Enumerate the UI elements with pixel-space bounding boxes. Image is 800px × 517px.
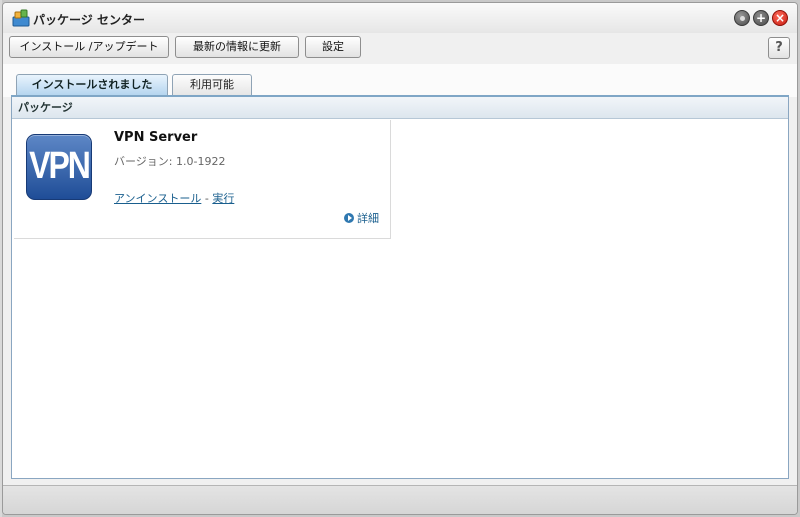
package-version: バージョン: 1.0-1922	[114, 155, 226, 168]
vpn-package-icon: VPN	[26, 134, 92, 200]
tab-bar: インストールされました 利用可能	[3, 64, 797, 97]
install-update-button[interactable]: インストール /アップデート	[9, 36, 169, 58]
vpn-icon-text: VPN	[29, 143, 91, 187]
status-bar	[3, 485, 797, 514]
package-list-panel: パッケージ VPN VPN Server バージョン: 1.0-1922 アンイ…	[11, 97, 789, 479]
title-bar: パッケージ センター + ×	[3, 3, 797, 33]
package-actions: アンインストール - 実行	[114, 190, 234, 206]
help-button[interactable]: ?	[768, 37, 790, 59]
details-label: 詳細	[357, 212, 379, 225]
package-center-window: パッケージ センター + × インストール /アップデート 最新の情報に更新 設…	[2, 2, 798, 515]
minimize-icon[interactable]	[734, 10, 750, 26]
package-card: VPN VPN Server バージョン: 1.0-1922 アンインストール …	[14, 120, 391, 239]
link-separator: -	[204, 192, 209, 205]
tab-installed[interactable]: インストールされました	[16, 74, 168, 95]
package-name: VPN Server	[114, 130, 198, 145]
section-header: パッケージ	[12, 97, 788, 119]
window-title: パッケージ センター	[33, 13, 145, 27]
uninstall-link[interactable]: アンインストール	[114, 192, 201, 205]
maximize-icon[interactable]: +	[753, 10, 769, 26]
tab-available[interactable]: 利用可能	[172, 74, 252, 95]
package-center-app-icon	[12, 9, 30, 27]
refresh-button[interactable]: 最新の情報に更新	[175, 36, 299, 58]
close-icon[interactable]: ×	[772, 10, 788, 26]
settings-button[interactable]: 設定	[305, 36, 361, 58]
play-circle-icon	[344, 213, 354, 223]
details-link[interactable]: 詳細	[344, 210, 379, 226]
run-link[interactable]: 実行	[212, 192, 234, 205]
